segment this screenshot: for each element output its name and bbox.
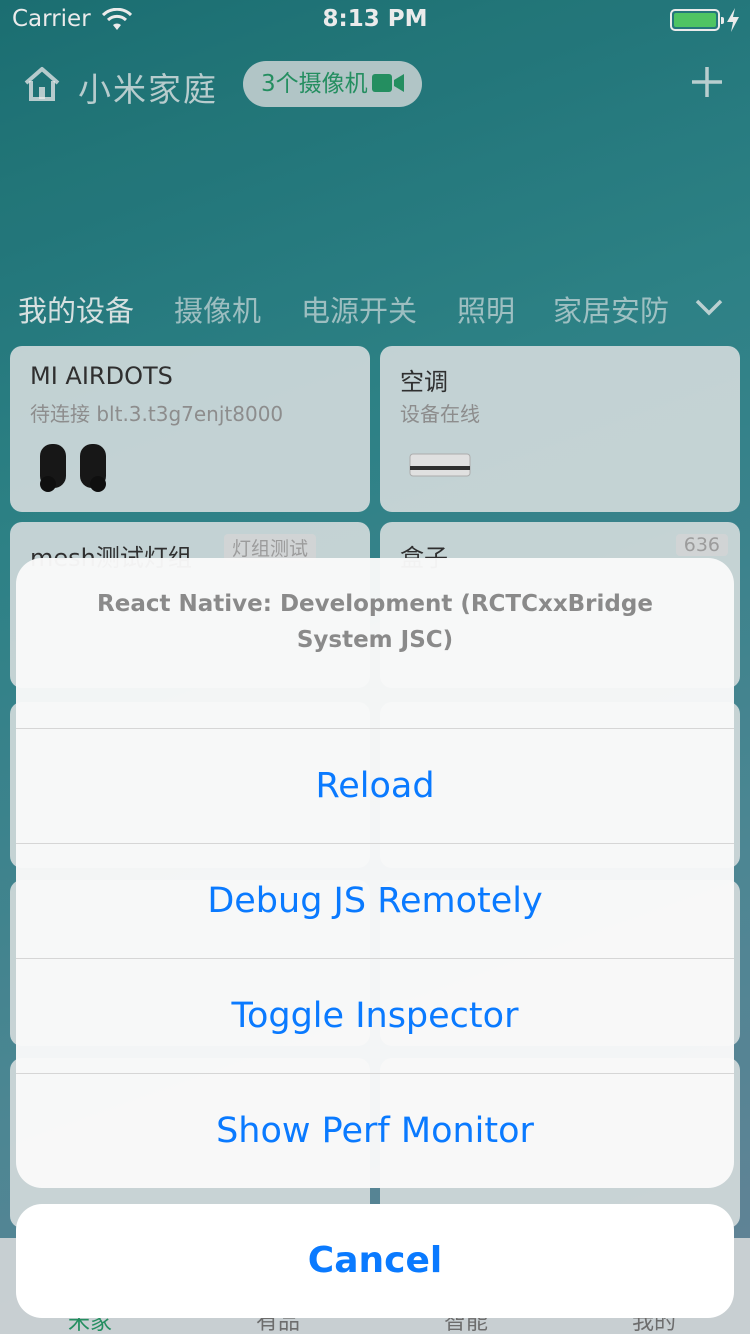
dev-menu-action-sheet: React Native: Development (RCTCxxBridge …: [16, 558, 734, 1188]
toggle-inspector-button[interactable]: Toggle Inspector: [16, 958, 734, 1073]
reload-button[interactable]: Reload: [16, 728, 734, 843]
cancel-button[interactable]: Cancel: [16, 1204, 734, 1318]
show-perf-monitor-button[interactable]: Show Perf Monitor: [16, 1073, 734, 1188]
action-sheet-title: React Native: Development (RCTCxxBridge …: [97, 591, 653, 653]
debug-js-remotely-button[interactable]: Debug JS Remotely: [16, 843, 734, 958]
